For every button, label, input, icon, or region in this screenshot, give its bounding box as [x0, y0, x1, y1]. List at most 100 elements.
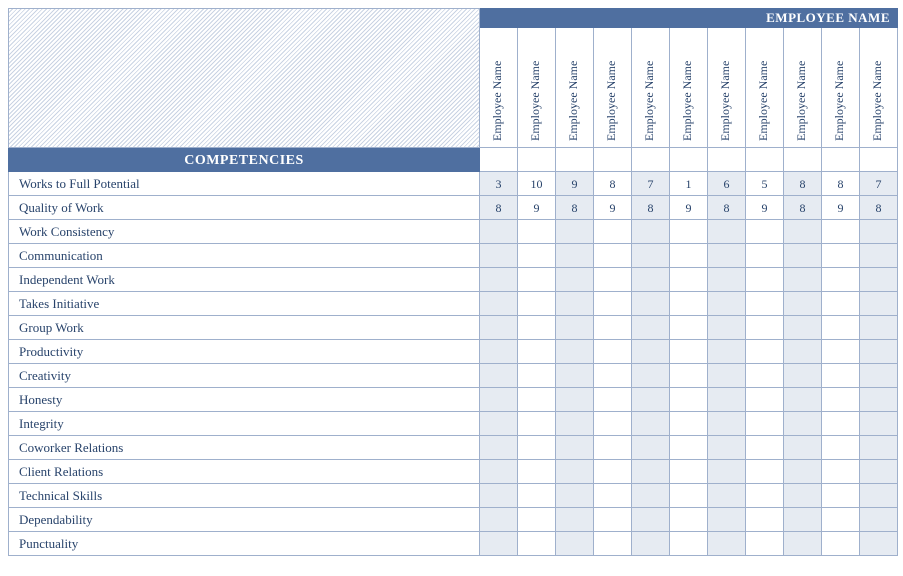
score-cell[interactable]	[708, 220, 746, 244]
score-cell[interactable]	[594, 460, 632, 484]
score-cell[interactable]	[670, 292, 708, 316]
score-cell[interactable]	[708, 364, 746, 388]
score-cell[interactable]	[708, 268, 746, 292]
score-cell[interactable]	[518, 388, 556, 412]
score-cell[interactable]: 8	[632, 196, 670, 220]
score-cell[interactable]	[708, 244, 746, 268]
score-cell[interactable]: 8	[822, 172, 860, 196]
score-cell[interactable]	[556, 532, 594, 556]
score-cell[interactable]	[518, 292, 556, 316]
score-cell[interactable]	[556, 364, 594, 388]
score-cell[interactable]	[632, 436, 670, 460]
score-cell[interactable]	[860, 316, 898, 340]
score-cell[interactable]	[708, 412, 746, 436]
score-cell[interactable]	[746, 412, 784, 436]
score-cell[interactable]	[860, 220, 898, 244]
score-cell[interactable]: 9	[518, 196, 556, 220]
score-cell[interactable]	[708, 316, 746, 340]
score-cell[interactable]	[594, 244, 632, 268]
score-cell[interactable]	[822, 388, 860, 412]
score-cell[interactable]	[784, 292, 822, 316]
score-cell[interactable]	[822, 436, 860, 460]
score-cell[interactable]	[670, 532, 708, 556]
score-cell[interactable]	[632, 292, 670, 316]
score-cell[interactable]: 8	[784, 172, 822, 196]
score-cell[interactable]	[518, 484, 556, 508]
score-cell[interactable]	[784, 388, 822, 412]
score-cell[interactable]	[480, 508, 518, 532]
score-cell[interactable]	[784, 532, 822, 556]
score-cell[interactable]	[670, 316, 708, 340]
score-cell[interactable]	[822, 268, 860, 292]
score-cell[interactable]	[480, 244, 518, 268]
score-cell[interactable]	[860, 364, 898, 388]
score-cell[interactable]	[632, 532, 670, 556]
score-cell[interactable]	[670, 268, 708, 292]
score-cell[interactable]	[632, 460, 670, 484]
score-cell[interactable]	[822, 340, 860, 364]
score-cell[interactable]	[518, 244, 556, 268]
score-cell[interactable]	[746, 388, 784, 412]
score-cell[interactable]	[556, 292, 594, 316]
score-cell[interactable]	[518, 508, 556, 532]
score-cell[interactable]	[860, 340, 898, 364]
score-cell[interactable]	[708, 508, 746, 532]
score-cell[interactable]: 8	[860, 196, 898, 220]
score-cell[interactable]	[860, 292, 898, 316]
score-cell[interactable]	[480, 340, 518, 364]
score-cell[interactable]	[860, 436, 898, 460]
score-cell[interactable]	[518, 220, 556, 244]
score-cell[interactable]	[670, 508, 708, 532]
score-cell[interactable]	[480, 316, 518, 340]
score-cell[interactable]	[594, 268, 632, 292]
score-cell[interactable]: 9	[746, 196, 784, 220]
score-cell[interactable]	[556, 412, 594, 436]
score-cell[interactable]	[708, 292, 746, 316]
score-cell[interactable]	[594, 316, 632, 340]
score-cell[interactable]	[632, 316, 670, 340]
score-cell[interactable]	[670, 460, 708, 484]
score-cell[interactable]	[708, 388, 746, 412]
score-cell[interactable]	[556, 340, 594, 364]
score-cell[interactable]	[594, 388, 632, 412]
score-cell[interactable]	[480, 484, 518, 508]
score-cell[interactable]	[670, 436, 708, 460]
score-cell[interactable]	[746, 508, 784, 532]
score-cell[interactable]	[480, 388, 518, 412]
score-cell[interactable]	[556, 220, 594, 244]
score-cell[interactable]	[746, 220, 784, 244]
score-cell[interactable]	[784, 364, 822, 388]
score-cell[interactable]	[746, 244, 784, 268]
score-cell[interactable]	[632, 412, 670, 436]
score-cell[interactable]	[670, 340, 708, 364]
score-cell[interactable]	[594, 436, 632, 460]
score-cell[interactable]	[784, 484, 822, 508]
score-cell[interactable]	[784, 244, 822, 268]
score-cell[interactable]: 5	[746, 172, 784, 196]
score-cell[interactable]	[670, 484, 708, 508]
score-cell[interactable]	[784, 436, 822, 460]
score-cell[interactable]	[822, 412, 860, 436]
score-cell[interactable]	[860, 388, 898, 412]
score-cell[interactable]	[556, 388, 594, 412]
score-cell[interactable]	[822, 364, 860, 388]
score-cell[interactable]	[670, 244, 708, 268]
score-cell[interactable]	[556, 508, 594, 532]
score-cell[interactable]	[784, 220, 822, 244]
score-cell[interactable]	[708, 340, 746, 364]
score-cell[interactable]	[822, 220, 860, 244]
score-cell[interactable]	[746, 460, 784, 484]
score-cell[interactable]	[746, 484, 784, 508]
score-cell[interactable]	[480, 220, 518, 244]
score-cell[interactable]	[594, 412, 632, 436]
score-cell[interactable]: 7	[860, 172, 898, 196]
score-cell[interactable]	[518, 460, 556, 484]
score-cell[interactable]	[784, 460, 822, 484]
score-cell[interactable]: 3	[480, 172, 518, 196]
score-cell[interactable]	[632, 220, 670, 244]
score-cell[interactable]	[746, 436, 784, 460]
score-cell[interactable]	[480, 460, 518, 484]
score-cell[interactable]	[480, 268, 518, 292]
score-cell[interactable]: 9	[594, 196, 632, 220]
score-cell[interactable]	[860, 460, 898, 484]
